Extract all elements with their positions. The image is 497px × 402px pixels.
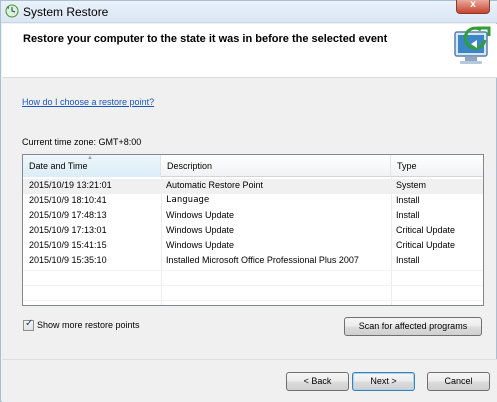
- table-row[interactable]: 2015/10/9 15:35:10 Installed Microsoft O…: [23, 254, 483, 269]
- row-date: 2015/10/9 17:48:13: [29, 210, 107, 220]
- row-type: System: [396, 180, 427, 190]
- row-separator: [23, 285, 483, 286]
- restore-points-list[interactable]: Date and Time ▲ Description Type 2015/10…: [22, 154, 484, 306]
- row-separator: [23, 270, 483, 271]
- row-date: 2015/10/9 15:35:10: [29, 255, 107, 265]
- timezone-label: Current time zone: GMT+8:00: [22, 137, 142, 147]
- close-icon: x: [470, 0, 476, 10]
- row-type: Install: [396, 210, 420, 220]
- system-restore-icon: [5, 4, 19, 18]
- title-bar[interactable]: System Restore x: [1, 0, 497, 23]
- window-title: System Restore: [23, 5, 109, 19]
- row-description: Language: [166, 195, 210, 205]
- table-row[interactable]: 2015/10/9 17:48:13 Windows Update Instal…: [23, 209, 483, 224]
- show-more-label[interactable]: Show more restore points: [37, 320, 140, 330]
- next-button[interactable]: Next >: [352, 372, 415, 391]
- scan-affected-programs-button[interactable]: Scan for affected programs: [344, 317, 482, 336]
- sort-arrow-icon: ▲: [87, 155, 93, 161]
- close-button[interactable]: x: [456, 0, 490, 14]
- row-type: Critical Update: [396, 225, 456, 235]
- list-header: Date and Time ▲ Description Type: [23, 155, 483, 177]
- help-link[interactable]: How do I choose a restore point?: [22, 97, 154, 107]
- system-restore-window: System Restore x Restore your computer t…: [0, 0, 497, 402]
- table-row[interactable]: 2015/10/9 17:13:01 Windows Update Critic…: [23, 224, 483, 239]
- header-instruction: Restore your computer to the state it wa…: [23, 33, 388, 45]
- show-more-checkbox[interactable]: ✓: [23, 318, 34, 331]
- row-separator: [23, 300, 483, 301]
- row-date: 2015/10/19 13:21:01: [29, 180, 112, 190]
- row-type: Install: [396, 195, 420, 205]
- cancel-button[interactable]: Cancel: [427, 372, 490, 391]
- row-type: Critical Update: [396, 240, 456, 250]
- header-panel: Restore your computer to the state it wa…: [2, 24, 497, 78]
- footer-bar: [2, 359, 497, 402]
- row-date: 2015/10/9 17:13:01: [29, 225, 107, 235]
- row-description: Installed Microsoft Office Professional …: [166, 255, 359, 265]
- back-button[interactable]: < Back: [286, 372, 349, 391]
- row-date: 2015/10/9 15:41:15: [29, 240, 107, 250]
- checkmark-icon: ✓: [25, 318, 34, 329]
- system-restore-monitor-icon: [454, 26, 491, 64]
- row-date: 2015/10/9 18:10:41: [29, 195, 107, 205]
- column-type[interactable]: Type: [391, 155, 483, 177]
- row-description: Windows Update: [166, 210, 235, 220]
- table-row[interactable]: 2015/10/9 15:41:15 Windows Update Critic…: [23, 239, 483, 254]
- row-description: Windows Update: [166, 240, 235, 250]
- table-row[interactable]: 2015/10/9 18:10:41 Language Install: [23, 194, 483, 209]
- column-description[interactable]: Description: [161, 155, 391, 177]
- row-type: Install: [396, 255, 420, 265]
- row-description: Automatic Restore Point: [166, 180, 264, 190]
- table-row[interactable]: 2015/10/19 13:21:01 Automatic Restore Po…: [23, 179, 483, 194]
- row-description: Windows Update: [166, 225, 235, 235]
